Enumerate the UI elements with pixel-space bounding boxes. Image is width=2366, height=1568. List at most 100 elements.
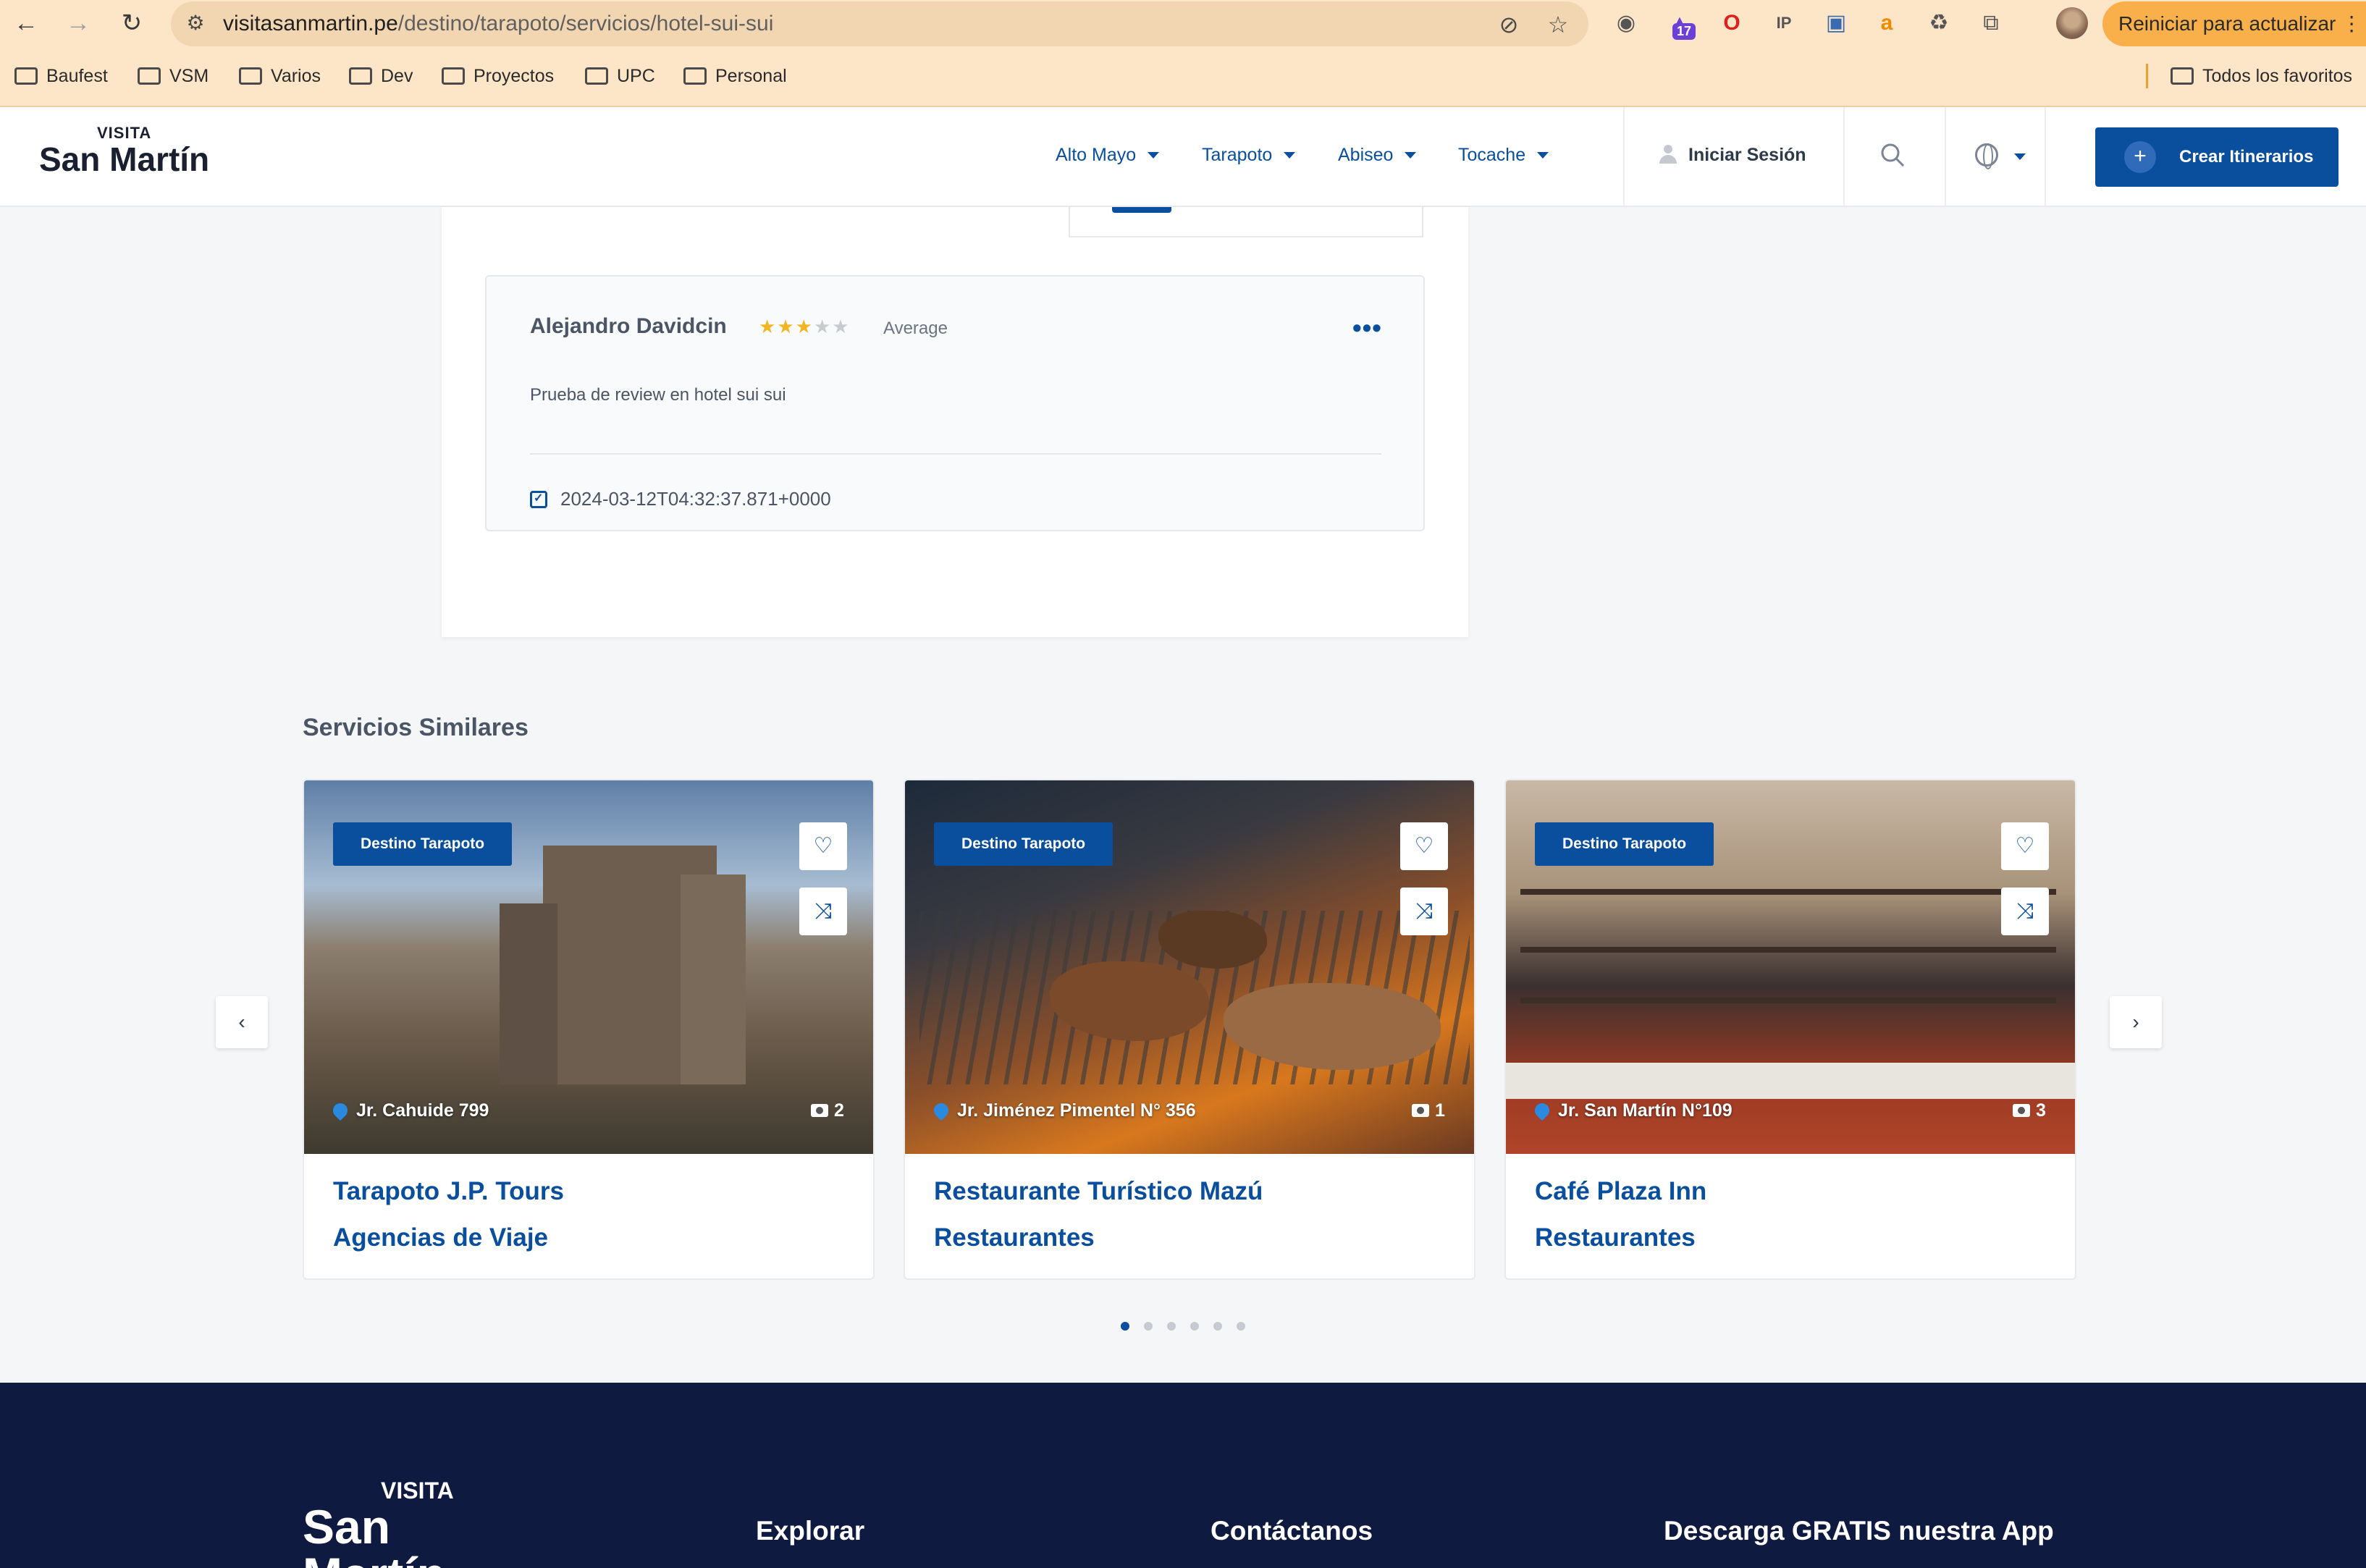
address-bar[interactable]: ⚙ visitasanmartin.pe/destino/tarapoto/se… [171,1,1588,46]
pagination-dot[interactable] [1144,1322,1153,1331]
service-name[interactable]: Tarapoto J.P. Tours [333,1177,564,1206]
recycle-extension-icon[interactable]: ♻ [1923,7,1955,39]
forward-icon[interactable]: → [62,7,94,39]
header-divider [2045,107,2046,206]
eye-off-icon[interactable]: ⊘ [1493,9,1525,41]
ip-extension-icon[interactable]: IP [1768,7,1800,39]
more-options-icon[interactable]: ••• [1352,313,1382,343]
extensions-puzzle-icon[interactable]: ⧉ [1975,7,2007,39]
camera-icon [811,1104,828,1117]
nav-alto-mayo[interactable]: Alto Mayo [1056,140,1160,169]
header-divider [1843,107,1845,206]
camera-icon [2013,1104,2030,1117]
bookmark-folder[interactable]: Baufest [14,59,108,93]
card-address: Jr. Cahuide 799 [329,1100,489,1121]
nav-abiseo[interactable]: Abiseo [1338,140,1417,169]
heart-icon[interactable]: ♡ [799,822,847,870]
profile-avatar[interactable] [2056,7,2088,39]
search-icon[interactable] [1879,142,1906,168]
pagination-dot[interactable] [1167,1322,1176,1331]
card-address: Jr. Jiménez Pimentel N° 356 [930,1100,1196,1121]
camera-extension-icon[interactable]: ◉ [1610,7,1642,39]
update-button[interactable]: Reiniciar para actualizar ⋮ [2102,1,2366,46]
shelf-shape [1520,889,2056,895]
pagination-dot[interactable] [1213,1322,1222,1331]
nav-tarapoto[interactable]: Tarapoto [1202,140,1296,169]
login-link[interactable]: Iniciar Sesión [1659,140,1806,169]
destination-tag[interactable]: Destino Tarapoto [333,822,513,866]
shuffle-icon[interactable]: ⤨ [799,888,847,935]
service-category[interactable]: Restaurantes [934,1223,1095,1252]
service-card[interactable]: Destino Tarapoto ♡ ⤨ Jr. Jiménez Pimente… [904,779,1475,1280]
bookmark-folder[interactable]: UPC [585,59,655,93]
plus-icon: + [2124,141,2156,173]
star-bookmark-icon[interactable]: ☆ [1542,9,1574,41]
folder-icon [2171,67,2194,85]
browser-toolbar: ← → ↻ ⚙ visitasanmartin.pe/destino/tarap… [0,0,2366,46]
divider [530,453,1381,455]
carousel-prev-button[interactable]: ‹ [216,996,268,1048]
site-logo[interactable]: VISITA San Martín [39,125,256,177]
footer-heading-explore: Explorar [756,1516,865,1546]
folder-icon [442,67,465,85]
globe-icon[interactable] [1975,143,1998,169]
shuffle-icon[interactable]: ⤨ [1400,888,1448,935]
chevron-down-icon[interactable] [2014,153,2026,160]
section-title: Servicios Similares [303,714,529,741]
star-filled-icon: ★ [777,316,796,337]
translate-extension-icon[interactable]: ▣ [1820,7,1852,39]
destination-tag[interactable]: Destino Tarapoto [1535,822,1714,866]
service-name[interactable]: Restaurante Turístico Mazú [934,1177,1263,1206]
site-footer: VISITA San Martín Explorar Contáctanos D… [0,1383,2366,1568]
bookmark-folder[interactable]: Personal [683,59,787,93]
folder-icon [349,67,372,85]
photo-count: 3 [2013,1100,2046,1121]
nav-tocache[interactable]: Tocache [1458,140,1549,169]
star-filled-icon: ★ [795,316,814,337]
shuffle-icon[interactable]: ⤨ [2001,888,2049,935]
site-header: VISITA San Martín Alto Mayo Tarapoto Abi… [0,107,2366,207]
heart-icon[interactable]: ♡ [2001,822,2049,870]
heart-icon[interactable]: ♡ [1400,822,1448,870]
star-filled-icon: ★ [759,316,778,337]
footer-logo[interactable]: VISITA San Martín [303,1478,534,1568]
service-category[interactable]: Agencias de Viaje [333,1223,548,1252]
pagination-dot[interactable] [1237,1322,1245,1331]
destination-tag[interactable]: Destino Tarapoto [934,822,1113,866]
folder-icon [138,67,161,85]
counter-shape [1506,1063,2075,1099]
header-divider [1945,107,1946,206]
service-card[interactable]: Destino Tarapoto ♡ ⤨ Jr. Cahuide 799 2 T… [303,779,875,1280]
opera-extension-icon[interactable]: O [1716,7,1748,39]
all-bookmarks-folder[interactable]: Todos los favoritos [2171,59,2352,93]
review-card: Alejandro Davidcin ★★★★★ Average ••• Pru… [485,275,1425,531]
create-itinerary-button[interactable]: + Crear Itinerarios [2095,127,2338,187]
footer-heading-app: Descarga GRATIS nuestra App [1664,1516,2054,1546]
service-name[interactable]: Café Plaza Inn [1535,1177,1706,1206]
service-card[interactable]: Destino Tarapoto ♡ ⤨ Jr. San Martín N°10… [1504,779,2076,1280]
star-empty-icon: ★ [832,316,851,337]
pagination-dot[interactable] [1121,1322,1129,1331]
review-rating: ★★★★★ [759,316,851,338]
photo-count: 2 [811,1100,844,1121]
site-settings-icon[interactable]: ⚙ [181,9,210,38]
a-extension-icon[interactable]: a [1871,7,1903,39]
bookmarks-separator [2146,64,2148,88]
photo-count: 1 [1412,1100,1445,1121]
bookmark-folder[interactable]: Proyectos [442,59,554,93]
carousel-next-button[interactable]: › [2110,996,2162,1048]
service-category[interactable]: Restaurantes [1535,1223,1696,1252]
reload-icon[interactable]: ↻ [116,7,148,39]
user-icon [1659,145,1677,164]
bookmark-folder[interactable]: Dev [349,59,413,93]
bookmark-folder[interactable]: VSM [138,59,209,93]
bookmark-folder[interactable]: Varios [239,59,321,93]
pagination-dot[interactable] [1190,1322,1199,1331]
back-icon[interactable]: ← [10,7,42,39]
reviews-panel: Alejandro Davidcin ★★★★★ Average ••• Pru… [442,207,1468,637]
url-text[interactable]: visitasanmartin.pe/destino/tarapoto/serv… [223,1,773,46]
submit-button-edge[interactable] [1112,207,1171,213]
review-author: Alejandro Davidcin [530,314,727,338]
chevron-down-icon [1148,152,1160,159]
review-text: Prueba de review en hotel sui sui [530,385,786,405]
